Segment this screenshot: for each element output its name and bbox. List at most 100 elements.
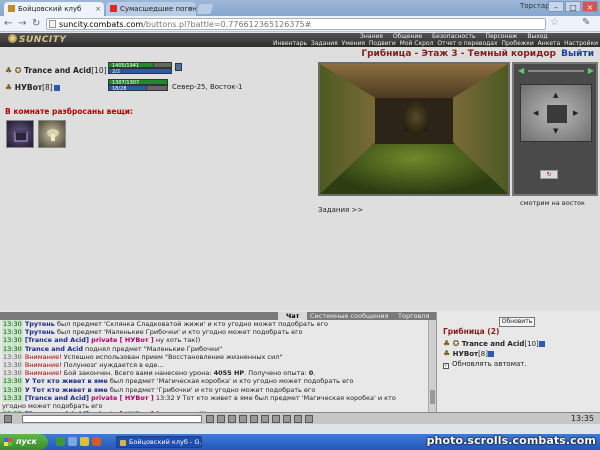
message-author[interactable]: У Тот кто живет в яме xyxy=(25,386,108,394)
menu-inventory[interactable]: Инвентарь xyxy=(273,40,307,47)
menu-quests[interactable]: Задания xyxy=(311,40,338,47)
color-icon[interactable] xyxy=(261,415,269,423)
tasks-link[interactable]: Задания >> xyxy=(318,206,363,214)
arrow-down-icon[interactable]: ▼ xyxy=(553,127,558,135)
item-magic-box[interactable] xyxy=(6,120,34,148)
menu-skills[interactable]: Умения xyxy=(342,40,365,47)
send-icon[interactable] xyxy=(206,415,214,423)
menu-transfer-report[interactable]: Отчет о переводах xyxy=(437,40,497,47)
message-time[interactable]: 13:30 xyxy=(2,344,23,353)
menu-my-scroll[interactable]: Мой Скрол xyxy=(400,40,434,47)
turn-right-icon[interactable]: ▶ xyxy=(588,67,594,75)
message-author[interactable]: [Trance and Acid] xyxy=(25,394,89,402)
private-tag[interactable]: private [ НУВот ] xyxy=(89,394,154,402)
new-tab-button[interactable] xyxy=(196,4,214,14)
menu-logout[interactable]: Выход xyxy=(527,33,547,40)
chat-scrollbar[interactable] xyxy=(428,320,436,412)
exit-link[interactable]: Выйти xyxy=(561,49,594,59)
auto-refresh-checkbox[interactable]: ✓ xyxy=(443,363,449,369)
refresh-button[interactable]: Обновить xyxy=(499,317,535,327)
sound-icon[interactable] xyxy=(283,415,291,423)
message-text: угодно может подобрать его xyxy=(2,402,103,411)
menu-character[interactable]: Персонаж xyxy=(485,33,517,40)
arrow-up-icon[interactable]: ▲ xyxy=(553,91,558,99)
menu-knowledge[interactable]: Знания xyxy=(360,33,383,40)
map-icon[interactable] xyxy=(305,415,313,423)
message-author[interactable]: [Trance and Acid] xyxy=(25,336,89,344)
forward-arrow-icon[interactable]: → xyxy=(18,18,26,30)
message-author[interactable]: Трутень xyxy=(25,328,55,336)
game-clock: 13:35 xyxy=(570,414,594,423)
message-time[interactable]: 13:30 xyxy=(2,361,23,370)
taskbar-window-combats[interactable]: Бойцовский клуб - G... xyxy=(116,436,202,448)
info-icon[interactable] xyxy=(53,85,60,91)
explorer-icon[interactable] xyxy=(68,437,77,446)
message-time[interactable]: 13:30 xyxy=(2,336,23,345)
close-tab-icon[interactable]: × xyxy=(95,2,101,16)
message-time[interactable]: 13:30 xyxy=(2,369,23,378)
tab-youtube[interactable]: Сумасшедшие погони ДПС - Y... × xyxy=(106,2,196,16)
menu-settings[interactable]: Настройки xyxy=(564,40,598,47)
player-icon[interactable] xyxy=(92,437,101,446)
private-tag[interactable]: private [ НУВот ] xyxy=(89,336,154,344)
player-trance-and-acid[interactable]: ♣ ✪ Trance and Acid[10] xyxy=(5,66,114,75)
suncity-logo[interactable]: SUNCITY xyxy=(8,34,66,45)
chat-message: 13:30 Trance and Acid поднял предмет "Ма… xyxy=(0,344,428,353)
clan-icon: ♣ xyxy=(443,339,451,348)
message-time[interactable]: 13:30 xyxy=(2,328,23,337)
close-tab-icon[interactable]: × xyxy=(187,2,193,16)
maximize-button[interactable]: □ xyxy=(565,1,581,12)
message-author[interactable]: У Тот кто живет в яме xyxy=(25,377,108,385)
url-field[interactable]: suncity.combats.com/buttons.pl?battle=0.… xyxy=(46,18,546,30)
message-author[interactable]: Trance and Acid xyxy=(25,345,83,353)
info-icon[interactable] xyxy=(538,341,545,347)
message-time[interactable]: 13:30 xyxy=(2,352,23,362)
message-time[interactable]: 13:30 xyxy=(2,320,23,329)
filter-icon[interactable] xyxy=(228,415,236,423)
settings-icon[interactable] xyxy=(272,415,280,423)
player-nuvot[interactable]: ♣ НУВот[8] xyxy=(5,83,60,92)
tab-system-messages[interactable]: Системные сообщения xyxy=(302,312,397,320)
item-mushrooms[interactable] xyxy=(38,120,66,148)
menu-communication[interactable]: Общение xyxy=(393,33,422,40)
effect-icon[interactable] xyxy=(175,63,182,71)
tab-combats[interactable]: Бойцовский клуб × xyxy=(4,2,104,16)
room-user-nuvot[interactable]: ♣ НУВот[8] xyxy=(443,349,494,358)
chat-message: угодно может подобрать его xyxy=(0,402,428,410)
close-window-button[interactable]: × xyxy=(582,1,598,12)
menu-profile[interactable]: Анкета xyxy=(538,40,561,47)
wrench-icon[interactable]: ✎ xyxy=(582,17,590,28)
dungeon-view[interactable] xyxy=(318,62,510,196)
chrome-icon[interactable] xyxy=(80,437,89,446)
minimize-button[interactable]: – xyxy=(548,1,564,12)
menu-security[interactable]: Безопасность xyxy=(432,33,476,40)
users-icon[interactable] xyxy=(294,415,302,423)
turn-left-icon[interactable]: ◀ xyxy=(518,67,524,75)
menu-runs[interactable]: Пробежки xyxy=(501,40,533,47)
info-icon[interactable] xyxy=(488,351,494,357)
arrow-right-icon[interactable]: ▶ xyxy=(573,109,578,117)
back-arrow-icon[interactable]: ← xyxy=(4,18,12,30)
message-time[interactable]: 13:33 xyxy=(2,393,23,403)
clear-icon[interactable] xyxy=(217,415,225,423)
auto-refresh-toggle[interactable]: ✓ Обновлять автомат. xyxy=(443,360,527,369)
menu-deeds[interactable]: Подвиги xyxy=(369,40,396,47)
message-author[interactable]: Трутень xyxy=(25,320,55,328)
refresh-map-icon[interactable]: ↻ xyxy=(540,170,558,179)
room-user-trance-and-acid[interactable]: ♣ ✪ Trance and Acid[10] xyxy=(443,339,545,348)
smile-icon[interactable] xyxy=(4,415,12,423)
chat-input[interactable] xyxy=(22,415,202,423)
reload-icon[interactable]: ↻ xyxy=(32,18,40,30)
youtube-icon xyxy=(110,5,117,12)
translit-icon[interactable] xyxy=(250,415,258,423)
smiles-icon[interactable] xyxy=(239,415,247,423)
message-time[interactable]: 13:30 xyxy=(2,377,23,386)
start-button[interactable]: пуск xyxy=(0,434,48,450)
desktop-icon[interactable] xyxy=(56,437,65,446)
chat-log[interactable]: 13:30 Трутень был предмет 'Склянка Сладк… xyxy=(0,320,428,412)
scrollbar-thumb[interactable] xyxy=(430,390,435,404)
arrow-left-icon[interactable]: ◀ xyxy=(533,109,538,117)
tab-trade[interactable]: Торговля xyxy=(390,312,437,320)
bookmark-star-icon[interactable]: ☆ xyxy=(550,17,559,28)
message-time[interactable]: 13:30 xyxy=(2,385,23,394)
